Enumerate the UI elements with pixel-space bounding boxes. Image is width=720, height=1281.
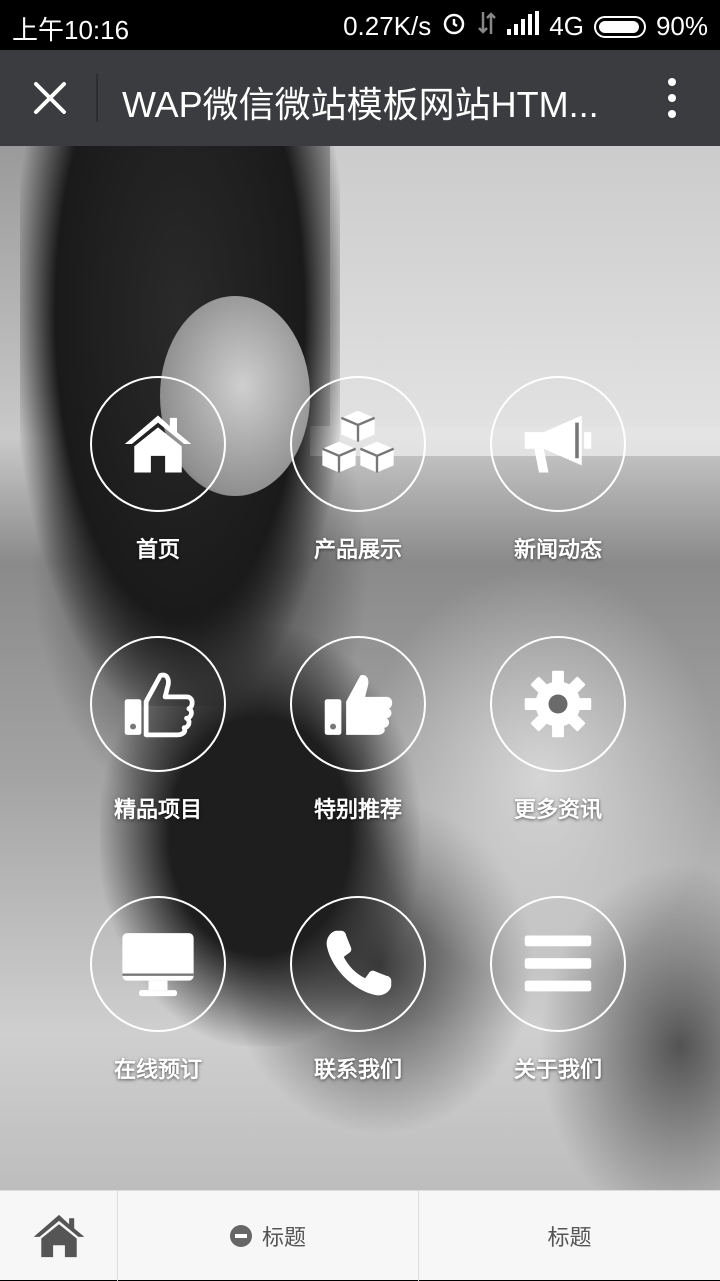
menu-label: 更多资讯 (513, 797, 602, 822)
menu-item-products[interactable]: 产品展示 (260, 376, 460, 616)
title-divider (96, 74, 98, 122)
menu-item-contact-us[interactable]: 联系我们 (260, 896, 460, 1136)
home-icon (33, 1214, 84, 1258)
thumbs-up-outline-icon (124, 672, 195, 738)
phone-icon (326, 930, 392, 996)
minus-circle-icon (229, 1225, 252, 1247)
bottom-nav-item-2[interactable]: 标题 (118, 1191, 418, 1281)
menu-label: 精品项目 (113, 797, 202, 822)
menu-item-about-us[interactable]: 关于我们 (460, 896, 660, 1136)
signal-icon (507, 11, 540, 42)
battery-level: 90% (655, 11, 708, 41)
bottom-nav-label: 标题 (261, 1225, 306, 1250)
bottom-nav-item-3[interactable]: 标题 (419, 1191, 720, 1281)
gear-icon (524, 670, 592, 738)
menu-grid: 首页 产品展示 新闻动态 精品项目 特别推荐 更多资讯 在线预订 联系我们 关于… (0, 146, 720, 1190)
megaphone-icon (524, 415, 592, 473)
menu-item-recommended[interactable]: 特别推荐 (260, 636, 460, 876)
status-right: 0.27K/s 4G 90% (343, 10, 708, 43)
data-arrows-icon (477, 10, 497, 43)
menu-item-online-booking[interactable]: 在线预订 (60, 896, 260, 1136)
list-icon (524, 935, 592, 992)
bottom-nav: 标题 标题 (0, 1190, 720, 1281)
alarm-icon (441, 10, 467, 43)
battery-icon (593, 15, 646, 38)
menu-label: 特别推荐 (313, 797, 402, 822)
close-button[interactable] (26, 74, 74, 122)
status-bar: 上午10:16 0.27K/s 4G 90% (0, 0, 720, 50)
menu-item-more-info[interactable]: 更多资讯 (460, 636, 660, 876)
menu-label: 在线预订 (113, 1057, 202, 1082)
menu-item-news[interactable]: 新闻动态 (460, 376, 660, 616)
more-vertical-icon (668, 78, 676, 118)
menu-label: 首页 (135, 537, 180, 562)
menu-label: 产品展示 (313, 537, 402, 562)
menu-item-featured-projects[interactable]: 精品项目 (60, 636, 260, 876)
page-title: WAP微信微站模板网站HTM... (122, 84, 599, 125)
menu-item-home[interactable]: 首页 (60, 376, 260, 616)
menu-label: 联系我们 (313, 1057, 402, 1082)
more-options-button[interactable] (650, 74, 694, 122)
network-speed: 0.27K/s (343, 11, 432, 41)
desktop-icon (122, 933, 194, 997)
home-icon (124, 415, 192, 473)
bottom-nav-home[interactable] (0, 1191, 117, 1281)
close-icon (34, 82, 66, 114)
network-type: 4G (549, 11, 584, 41)
bottom-nav-label: 标题 (547, 1225, 592, 1250)
title-bar: WAP微信微站模板网站HTM... (0, 50, 720, 146)
menu-label: 关于我们 (513, 1057, 602, 1082)
status-time: 上午10:16 (12, 15, 130, 45)
cubes-icon (321, 410, 395, 473)
thumbs-up-icon (324, 675, 393, 735)
menu-label: 新闻动态 (513, 537, 602, 562)
